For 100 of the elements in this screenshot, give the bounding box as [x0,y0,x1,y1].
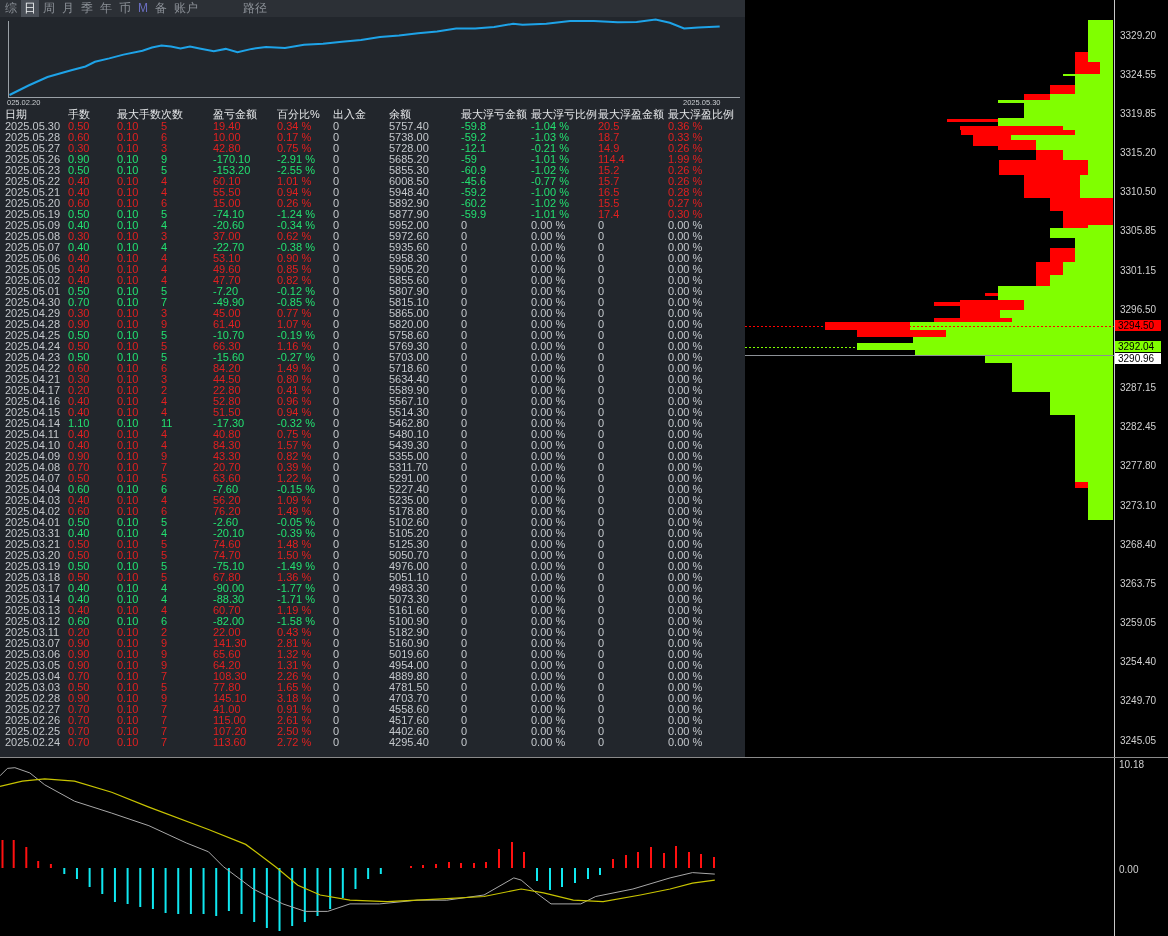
table-cell: 0 [333,627,340,638]
table-cell: 2025.05.28 [5,132,61,143]
table-cell: 9 [161,154,168,165]
histogram-bar [202,868,205,914]
table-cell: 0.10 [117,297,139,308]
table-cell: 0.10 [117,132,139,143]
table-cell: 0.70 [68,462,90,473]
path-tab[interactable]: 路径 [240,0,270,17]
table-cell: 2025.04.24 [5,341,61,352]
table-cell: 0.50 [68,330,90,341]
table-cell: 2025.05.20 [5,198,61,209]
table-cell: 0.00 % [668,385,703,396]
table-cell: 0.00 % [668,616,703,627]
table-cell: 0.10 [117,583,139,594]
table-cell: 0.00 % [668,297,703,308]
table-cell: 5235.00 [389,495,429,506]
period-tab[interactable]: 周 [40,0,58,17]
table-cell: 0.00 % [668,693,703,704]
table-cell: 0 [461,374,468,385]
table-cell: 0.40 [68,176,90,187]
table-cell: 5439.30 [389,440,429,451]
table-cell: 0.10 [117,198,139,209]
histogram-bar [316,868,319,916]
histogram-bar [265,868,268,928]
period-tab[interactable]: 季 [78,0,96,17]
period-tab[interactable]: 币 [116,0,134,17]
table-cell: 0.50 [68,286,90,297]
period-tab[interactable]: 月 [59,0,77,17]
table-cell: 5820.00 [389,319,429,330]
histogram-bar [329,868,332,909]
table-cell: 2025.04.30 [5,297,61,308]
table-cell: 0.40 [68,495,90,506]
table-cell: 0 [333,121,340,132]
table-cell: 0 [461,363,468,374]
table-cell: -17.30 [213,418,245,429]
table-cell: 0.30 [68,308,90,319]
period-tab[interactable]: 年 [97,0,115,17]
table-cell: 0 [598,495,605,506]
histogram-bar [303,868,306,922]
table-cell: 4 [161,440,168,451]
table-cell: 0 [461,594,468,605]
table-cell: 0.10 [117,231,139,242]
table-cell: 0.10 [117,407,139,418]
table-cell: 0.00 % [531,374,566,385]
table-cell: 20.5 [598,121,620,132]
column-header: 最大浮亏比例 [531,107,597,121]
table-cell: 49.60 [213,264,241,275]
table-cell: 0.00 % [531,671,566,682]
table-cell: 5738.00 [389,132,429,143]
table-cell: 0.60 [68,506,90,517]
price-tag: 3290.96 [1115,353,1161,364]
table-cell: 0.10 [117,308,139,319]
table-cell: 0.10 [117,616,139,627]
table-cell: 84.20 [213,363,241,374]
table-cell: 4 [161,594,168,605]
table-cell: 0 [598,473,605,484]
table-cell: 0.40 [68,583,90,594]
table-cell: 113.60 [213,737,246,748]
table-cell: 0.26 % [277,198,312,209]
table-cell: 5892.90 [389,198,429,209]
table-cell: 0.10 [117,242,139,253]
period-tab[interactable]: M [135,0,151,17]
table-cell: 2025.03.19 [5,561,61,572]
table-cell: 2025.05.22 [5,176,61,187]
table-cell: 0 [333,440,340,451]
table-cell: 2025.05.08 [5,231,61,242]
table-cell: 0.43 % [277,627,312,638]
period-tab[interactable]: 日 [21,0,39,17]
table-cell: 0.00 % [668,451,703,462]
table-cell: 0 [598,253,605,264]
period-tab[interactable]: 综 [2,0,20,17]
table-cell: 5952.00 [389,220,429,231]
table-cell: 0 [598,572,605,583]
histogram-bar [215,868,218,916]
table-cell: 0 [461,671,468,682]
table-cell: 107.20 [213,726,247,737]
table-cell: 77.80 [213,682,241,693]
table-cell: 0.10 [117,605,139,616]
table-cell: 0 [333,682,340,693]
table-cell: 67.80 [213,572,241,583]
table-cell: 4703.70 [389,693,429,704]
table-cell: 0 [333,341,340,352]
table-cell: 0 [461,264,468,275]
table-cell: 0.10 [117,264,139,275]
table-cell: 0.26 % [668,165,703,176]
table-cell: 0.41 % [277,385,312,396]
table-cell: 0.00 % [531,506,566,517]
table-cell: 2025.04.11 [5,429,60,440]
table-cell: -0.85 % [277,297,315,308]
table-cell: 4 [161,253,168,264]
period-tab[interactable]: 账户 [171,0,201,17]
table-cell: -60.9 [461,165,487,176]
table-cell: 2025.05.06 [5,253,61,264]
table-cell: 0 [333,143,340,154]
table-cell: 2025.05.02 [5,275,61,286]
table-cell: 5 [161,341,168,352]
table-cell: 0 [598,231,605,242]
period-tab[interactable]: 备 [152,0,170,17]
table-cell: 0 [461,319,468,330]
table-cell: 4781.50 [389,682,429,693]
